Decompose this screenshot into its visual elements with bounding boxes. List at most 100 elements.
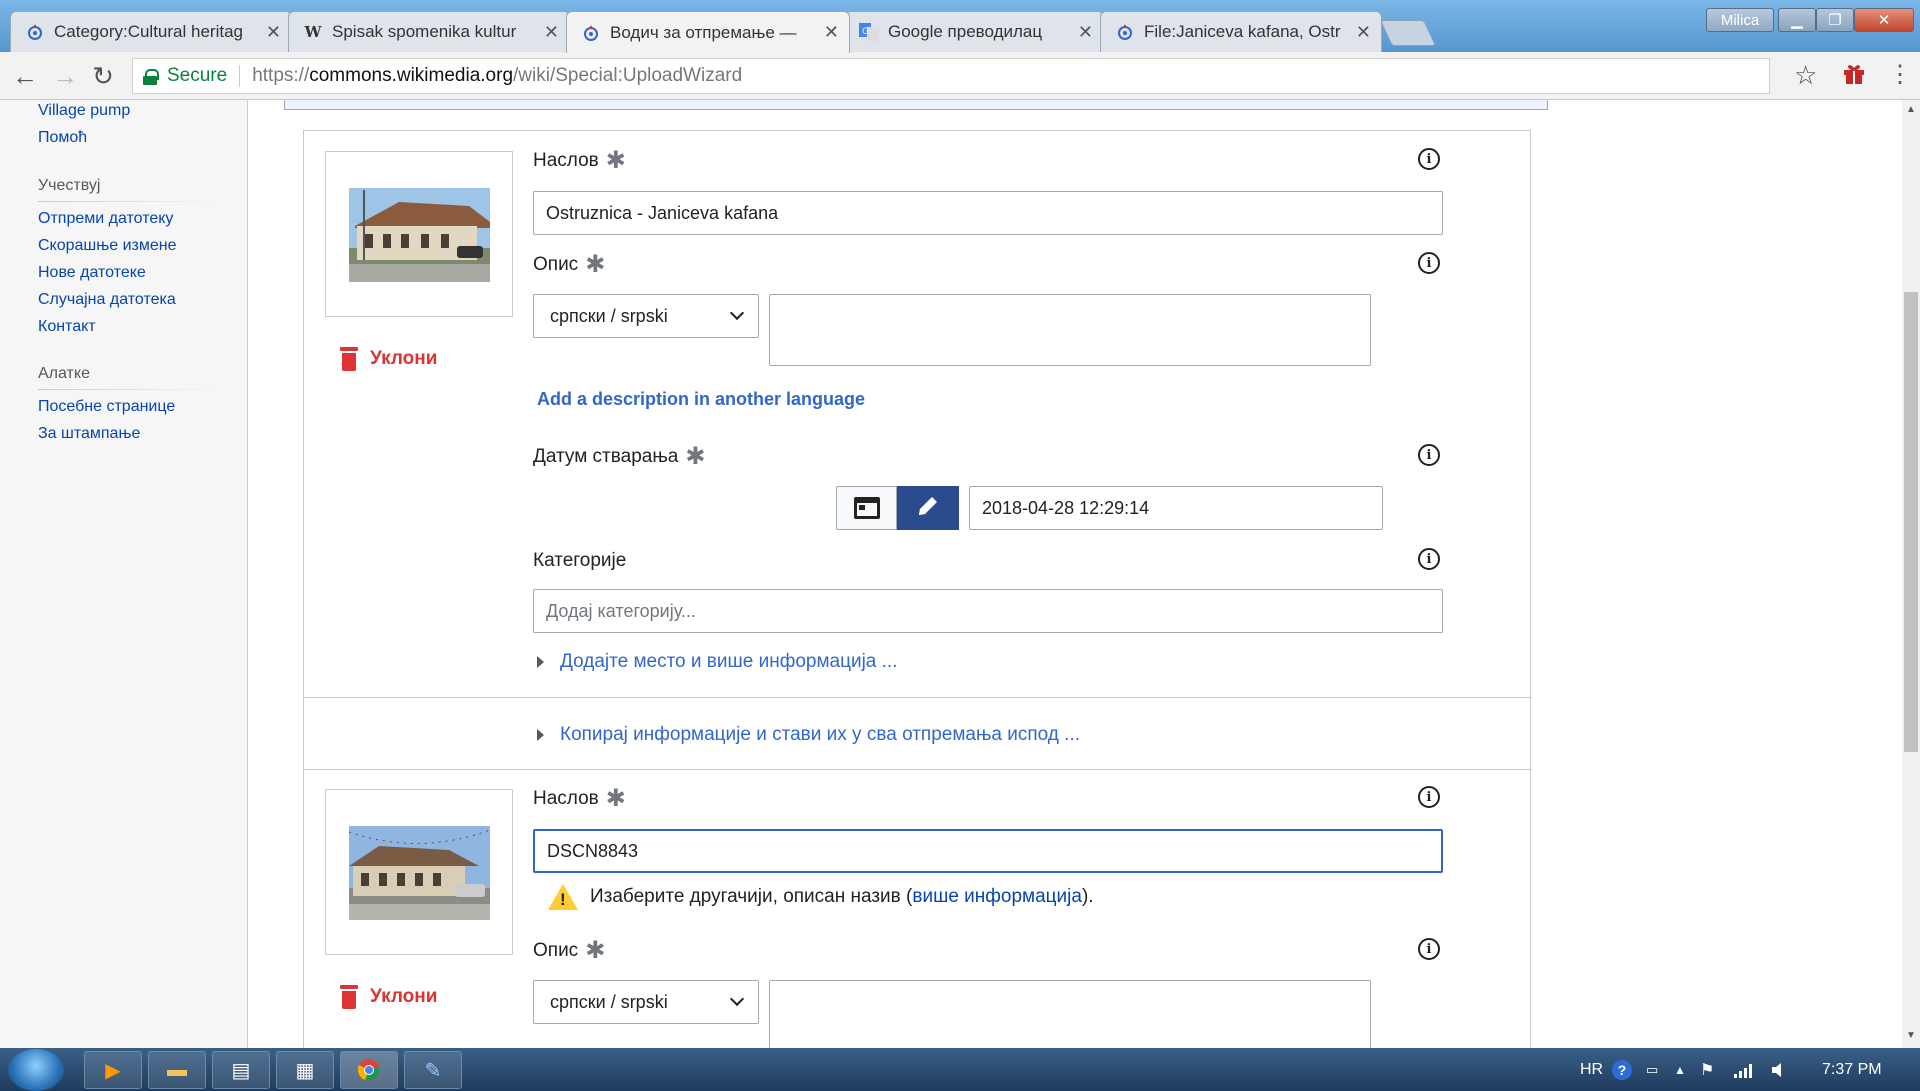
required-asterisk-icon: ✱ (685, 443, 706, 470)
svg-text:G: G (862, 27, 869, 37)
more-info-link[interactable]: више информација (912, 886, 1082, 908)
minimize-button[interactable]: ▁ (1778, 8, 1816, 32)
sidebar-link-village-pump[interactable]: Village pump (38, 102, 130, 120)
title-input[interactable]: Ostruznica - Janiceva kafana (533, 191, 1443, 235)
tab-close-icon[interactable]: ✕ (824, 22, 839, 43)
sidebar-link-upload-file[interactable]: Отпреми датотеку (38, 210, 173, 228)
remove-upload-button[interactable]: Уклони (340, 985, 437, 1009)
description-textarea[interactable] (769, 294, 1371, 366)
scroll-up-icon[interactable]: ▲ (1906, 104, 1916, 115)
upload-details-panel: Уклони Наслов ✱ i Ostruznica - Janiceva k… (303, 130, 1532, 1048)
media-player-icon[interactable]: ▶ (84, 1051, 142, 1089)
address-bar[interactable]: Secure https://commons.wikimedia.org/wik… (132, 58, 1770, 94)
bookmark-star-icon[interactable]: ☆ (1794, 60, 1817, 91)
tab-close-icon[interactable]: ✕ (1078, 22, 1093, 43)
display-icon[interactable]: ▭ (1646, 1048, 1658, 1091)
clock[interactable]: 7:37 PM (1822, 1048, 1882, 1091)
commons-icon (1115, 22, 1135, 42)
sidebar-link-random-file[interactable]: Случајна датотека (38, 291, 176, 309)
tab-title: Google преводилац (888, 22, 1043, 41)
scroll-down-icon[interactable]: ▼ (1906, 1030, 1916, 1041)
warning-icon (548, 884, 578, 910)
network-signal-icon[interactable] (1734, 1048, 1756, 1091)
tab-category-cultural-heritage[interactable]: Category:Cultural heritag ✕ (10, 11, 292, 52)
sidebar-header-tools: Алатке (38, 365, 90, 382)
forward-button[interactable]: → (50, 61, 80, 91)
info-icon[interactable]: i (1418, 148, 1440, 170)
commons-icon (581, 23, 601, 43)
language-indicator[interactable]: HR (1580, 1048, 1603, 1091)
tab-spisak-spomenika[interactable]: W Spisak spomenika kultur ✕ (288, 11, 570, 52)
show-hidden-icons-icon[interactable]: ▲ (1674, 1048, 1686, 1091)
tab-google-translate[interactable]: G Google преводилац ✕ (844, 11, 1104, 52)
tab-file-janiceva-kafana[interactable]: File:Janiceva kafana, Ostr ✕ (1100, 11, 1382, 52)
required-asterisk-icon: ✱ (585, 251, 606, 278)
title-input[interactable]: DSCN8843 (533, 829, 1443, 873)
info-icon[interactable]: i (1418, 444, 1440, 466)
paint-icon[interactable]: ✎ (404, 1051, 462, 1089)
windows-taskbar: ▶ ▬ ▤ ▦ ✎ HR ? ▭ ▲ ⚑ 7:37 PM (0, 1048, 1920, 1091)
description-textarea[interactable] (769, 980, 1371, 1048)
trash-icon (340, 985, 358, 1009)
google-translate-icon: G (859, 22, 879, 42)
add-description-language-link[interactable]: Add a description in another language (537, 389, 865, 410)
lock-icon (143, 68, 159, 85)
tab-strip: Category:Cultural heritag ✕ W Spisak spo… (0, 0, 1920, 53)
title-label: Наслов ✱ (533, 785, 626, 812)
add-location-expander[interactable]: Додајте место и више информација ... (537, 651, 898, 673)
info-icon[interactable]: i (1418, 252, 1440, 274)
tab-title: Водич за отпремање — (610, 22, 797, 42)
new-tab-button[interactable] (1379, 20, 1437, 46)
tab-close-icon[interactable]: ✕ (1356, 22, 1371, 43)
chrome-icon[interactable] (340, 1051, 398, 1089)
menu-kebab-icon[interactable]: ⋮ (1888, 60, 1912, 89)
vertical-scrollbar[interactable]: ▲ ▼ (1902, 100, 1920, 1048)
tab-title: Spisak spomenika kultur (332, 22, 517, 41)
scrollbar-thumb[interactable] (1904, 292, 1918, 752)
back-button[interactable]: ← (10, 61, 40, 91)
volume-icon[interactable] (1770, 1048, 1792, 1091)
tab-close-icon[interactable]: ✕ (544, 22, 559, 43)
title-label: Наслов ✱ (533, 147, 626, 174)
sidebar-link-printable[interactable]: За штампање (38, 425, 140, 443)
sidebar-link-special-pages[interactable]: Посебне странице (38, 398, 175, 416)
gift-icon[interactable] (1842, 61, 1866, 92)
start-button[interactable] (8, 1049, 64, 1091)
sidebar-link-new-files[interactable]: Нове датотеке (38, 264, 146, 282)
url-text: https://commons.wikimedia.org/wiki/Speci… (252, 65, 743, 86)
profile-badge[interactable]: Milica (1706, 8, 1774, 32)
tab-close-icon[interactable]: ✕ (266, 22, 281, 43)
maximize-button[interactable]: ❐ (1816, 8, 1854, 32)
reload-button[interactable]: ↻ (88, 61, 118, 91)
sidebar-link-contact[interactable]: Контакт (38, 318, 96, 336)
language-select[interactable]: српски / srpski (533, 294, 759, 338)
info-icon[interactable]: i (1418, 548, 1440, 570)
categories-input[interactable]: Додај категорију... (533, 589, 1443, 633)
remove-upload-button[interactable]: Уклони (340, 347, 437, 371)
language-select[interactable]: српски / srpski (533, 980, 759, 1024)
copy-info-expander[interactable]: Копирај информације и стави их у сва отп… (537, 724, 1080, 746)
date-created-label: Датум стварања ✱ (533, 443, 706, 470)
calculator-icon[interactable]: ▦ (276, 1051, 334, 1089)
upload-thumbnail-image (349, 826, 490, 920)
required-asterisk-icon: ✱ (605, 785, 626, 812)
help-icon[interactable]: ? (1612, 1048, 1632, 1091)
edit-date-button[interactable] (897, 486, 959, 530)
sidebar-link-help[interactable]: Помоћ (38, 129, 87, 147)
calendar-button[interactable] (836, 486, 897, 530)
file-explorer-icon[interactable]: ▬ (148, 1051, 206, 1089)
notepad-icon[interactable]: ▤ (212, 1051, 270, 1089)
close-window-button[interactable]: ✕ (1854, 8, 1914, 32)
pencil-icon (915, 493, 941, 524)
info-icon[interactable]: i (1418, 938, 1440, 960)
description-label: Опис ✱ (533, 251, 606, 278)
date-input[interactable]: 2018-04-28 12:29:14 (969, 486, 1383, 530)
divider (304, 697, 1532, 698)
action-center-flag-icon[interactable]: ⚑ (1700, 1048, 1714, 1091)
tab-upload-wizard[interactable]: Водич за отпремање — ✕ (566, 11, 850, 53)
calendar-icon (853, 497, 880, 519)
tab-title: Category:Cultural heritag (54, 22, 243, 41)
sidebar-link-recent-changes[interactable]: Скорашње измене (38, 237, 177, 255)
required-asterisk-icon: ✱ (585, 937, 606, 964)
info-icon[interactable]: i (1418, 786, 1440, 808)
